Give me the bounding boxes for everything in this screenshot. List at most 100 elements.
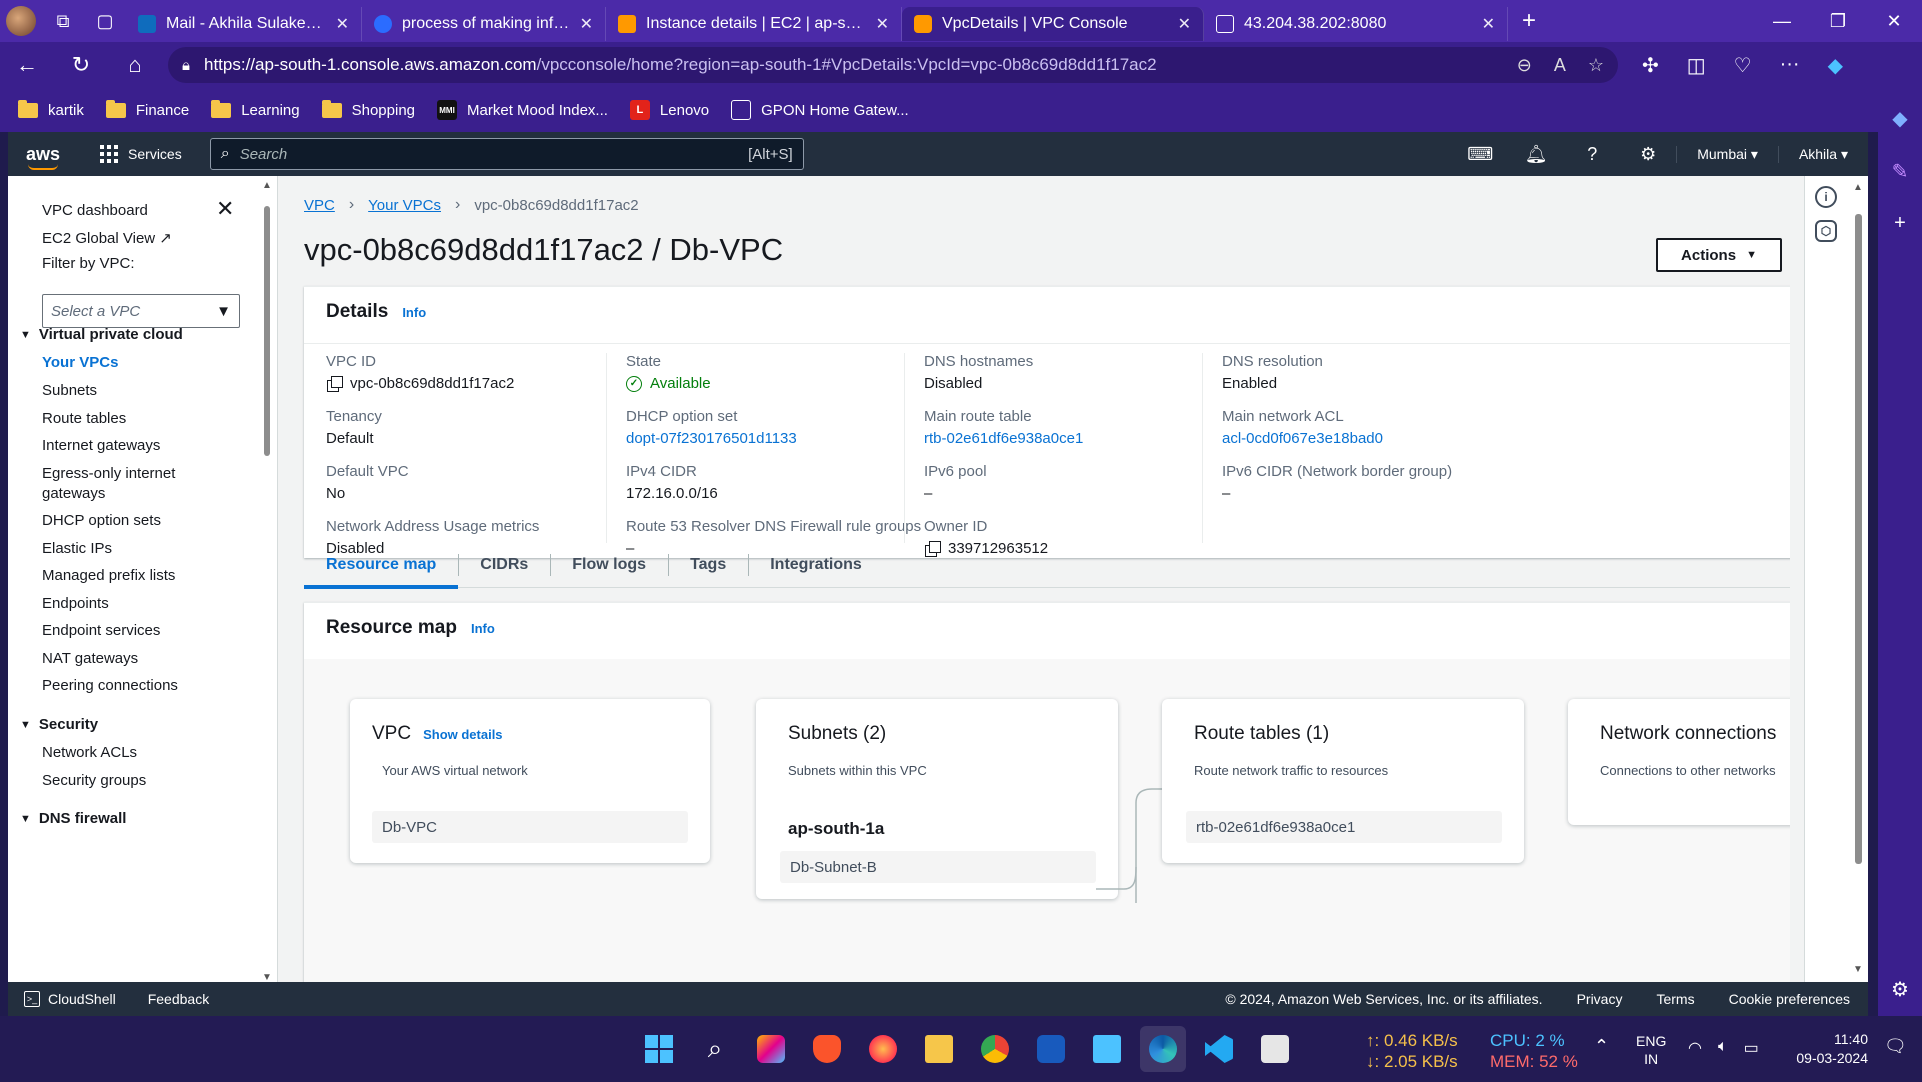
plus-icon[interactable]: + — [1508, 0, 1550, 42]
scroll-down-icon[interactable]: ▼ — [1853, 964, 1863, 975]
privacy-link[interactable]: Privacy — [1577, 991, 1623, 1007]
refresh-icon[interactable]: ↻ — [54, 42, 108, 88]
scroll-down-icon[interactable]: ▼ — [262, 972, 272, 982]
scroll-up-icon[interactable]: ▲ — [262, 180, 272, 191]
taskbar-notepad[interactable] — [1084, 1026, 1130, 1072]
home-icon[interactable]: ⌂ — [108, 42, 162, 88]
bookmark-kartik[interactable]: kartik — [18, 99, 84, 119]
start-button[interactable] — [636, 1026, 682, 1072]
sidebar-item-internet-gateways[interactable]: Internet gateways — [42, 437, 160, 454]
extensions-icon[interactable]: ✣ — [1642, 53, 1659, 78]
cloudshell-button[interactable]: >_ CloudShell — [24, 991, 116, 1007]
taskbar-copilot[interactable] — [748, 1026, 794, 1072]
section-security[interactable]: ▼ Security — [20, 716, 98, 733]
section-dns-firewall[interactable]: ▼ DNS firewall — [20, 810, 126, 827]
close-tab-icon[interactable]: ✕ — [876, 14, 889, 34]
close-tab-icon[interactable]: ✕ — [580, 14, 593, 34]
region-selector[interactable]: Mumbai ▾ — [1676, 145, 1778, 163]
main-scrollbar[interactable]: ▲ ▼ — [1852, 182, 1864, 975]
close-window-icon[interactable]: ✕ — [1866, 11, 1922, 32]
cloudshell-icon[interactable]: ⌨ — [1452, 144, 1508, 165]
bookmark-lenovo[interactable]: L Lenovo — [629, 100, 709, 120]
browser-essentials-icon[interactable]: ♡ — [1734, 53, 1752, 78]
tab-resource-map[interactable]: Resource map — [304, 542, 459, 589]
battery-icon[interactable]: ▭ — [1744, 1038, 1759, 1058]
sidebar-settings-icon[interactable]: ⚙ — [1891, 977, 1909, 1002]
close-tab-icon[interactable]: ✕ — [1482, 14, 1495, 34]
taskbar-file-explorer[interactable] — [916, 1026, 962, 1072]
profile-avatar[interactable] — [0, 0, 42, 42]
sidebar-item-endpoints[interactable]: Endpoints — [42, 595, 109, 612]
main-network-acl-link[interactable]: acl-0cd0f067e3e18bad0 — [1222, 430, 1383, 447]
sidebar-item-your-vpcs[interactable]: Your VPCs — [42, 354, 118, 371]
actions-button[interactable]: Actions ▼ — [1656, 238, 1782, 272]
clock[interactable]: 11:40 09-03-2024 — [1788, 1030, 1868, 1068]
scrollbar-thumb[interactable] — [1855, 214, 1862, 864]
language-indicator[interactable]: ENG IN — [1636, 1032, 1666, 1068]
sidenav-scrollbar[interactable]: ▲ ▼ — [262, 180, 272, 982]
sidebar-item-nat-gateways[interactable]: NAT gateways — [42, 650, 138, 667]
tab-ec2[interactable]: Instance details | EC2 | ap-south- ✕ — [606, 7, 902, 41]
bookmark-shopping[interactable]: Shopping — [321, 99, 415, 119]
favorite-star-icon[interactable]: ☆ — [1588, 55, 1604, 76]
sidebar-item-subnets[interactable]: Subnets — [42, 382, 97, 399]
taskbar-firefox[interactable] — [860, 1026, 906, 1072]
tools-icon[interactable]: ⬡ — [1815, 220, 1837, 242]
taskbar-edge[interactable] — [1140, 1026, 1186, 1072]
section-virtual-private-cloud[interactable]: ▼ Virtual private cloud — [20, 326, 183, 343]
bookmark-market-mood[interactable]: MMI Market Mood Index... — [437, 100, 608, 120]
taskbar-vscode[interactable] — [1196, 1026, 1242, 1072]
user-menu[interactable]: Akhila ▾ — [1777, 145, 1868, 163]
sidebar-item-ec2-global-view[interactable]: EC2 Global View ↗ — [42, 229, 172, 247]
sidebar-item-peering-connections[interactable]: Peering connections — [42, 677, 178, 694]
close-tab-icon[interactable]: ✕ — [336, 14, 349, 34]
back-icon[interactable]: ← — [0, 42, 54, 88]
tab-ip-address[interactable]: 43.204.38.202:8080 ✕ — [1204, 7, 1508, 41]
vpc-filter-select[interactable]: Select a VPC ▼ — [42, 294, 240, 328]
wifi-icon[interactable]: ◠ — [1688, 1038, 1702, 1058]
resource-item-subnet[interactable]: Db-Subnet-B — [780, 851, 1096, 883]
breadcrumb-your-vpcs[interactable]: Your VPCs — [368, 197, 441, 214]
scrollbar-thumb[interactable] — [264, 206, 270, 456]
sidebar-item-elastic-ips[interactable]: Elastic IPs — [42, 540, 112, 557]
search-input[interactable]: ⌕ Search [Alt+S] — [209, 138, 804, 170]
copilot-icon[interactable]: ◆ — [1828, 53, 1843, 78]
dhcp-option-set-link[interactable]: dopt-07f230176501d1133 — [626, 430, 797, 447]
info-icon[interactable]: i — [1815, 186, 1837, 208]
resource-item-route-table[interactable]: rtb-02e61df6e938a0ce1 — [1186, 811, 1502, 843]
taskbar-snipping-tool[interactable] — [1252, 1026, 1298, 1072]
sidebar-item-network-acls[interactable]: Network ACLs — [42, 744, 137, 761]
show-details-link[interactable]: Show details — [423, 727, 502, 742]
chevron-up-icon[interactable]: ⌃ — [1594, 1036, 1609, 1057]
tab-search[interactable]: process of making infrastructure ✕ — [362, 7, 606, 41]
zoom-icon[interactable]: ⊖ — [1517, 55, 1532, 76]
services-menu[interactable]: Services — [100, 145, 182, 163]
tab-outlook[interactable]: Mail - Akhila Sulake - Outlook ✕ — [126, 7, 362, 41]
cookie-preferences-link[interactable]: Cookie preferences — [1729, 991, 1850, 1007]
taskbar-word[interactable] — [1028, 1026, 1074, 1072]
taskbar-brave[interactable] — [804, 1026, 850, 1072]
sidebar-item-dhcp-option-sets[interactable]: DHCP option sets — [42, 512, 161, 529]
sidebar-item-endpoint-services[interactable]: Endpoint services — [42, 622, 160, 639]
more-menu-icon[interactable]: ··· — [1780, 53, 1800, 78]
resource-map-info-link[interactable]: Info — [471, 621, 495, 636]
bookmark-finance[interactable]: Finance — [105, 99, 189, 119]
taskbar-chrome[interactable] — [972, 1026, 1018, 1072]
bookmark-gpon[interactable]: GPON Home Gatew... — [731, 100, 909, 120]
scroll-up-icon[interactable]: ▲ — [1853, 182, 1863, 193]
taskbar-search[interactable]: ⌕ — [692, 1026, 738, 1072]
read-aloud-icon[interactable]: A — [1554, 55, 1566, 76]
sidebar-item-route-tables[interactable]: Route tables — [42, 410, 126, 427]
close-tab-icon[interactable]: ✕ — [1178, 14, 1191, 34]
notifications-icon[interactable]: 🗨︎ — [1884, 1036, 1907, 1057]
breadcrumb-vpc[interactable]: VPC — [304, 197, 335, 214]
workspaces-icon[interactable]: ⧉ — [42, 0, 84, 42]
tab-tags[interactable]: Tags — [668, 542, 748, 588]
tab-actions-icon[interactable]: ▢ — [84, 0, 126, 42]
bookmark-learning[interactable]: Learning — [211, 99, 300, 119]
settings-gear-icon[interactable]: ⚙ — [1620, 144, 1676, 165]
notifications-bell-icon[interactable]: 🔔︎ — [1508, 144, 1564, 165]
sidebar-item-managed-prefix-lists[interactable]: Managed prefix lists — [42, 567, 175, 584]
sidebar-item-egress-only-gateways[interactable]: Egress-only internet gateways — [42, 464, 212, 504]
terms-link[interactable]: Terms — [1656, 991, 1694, 1007]
